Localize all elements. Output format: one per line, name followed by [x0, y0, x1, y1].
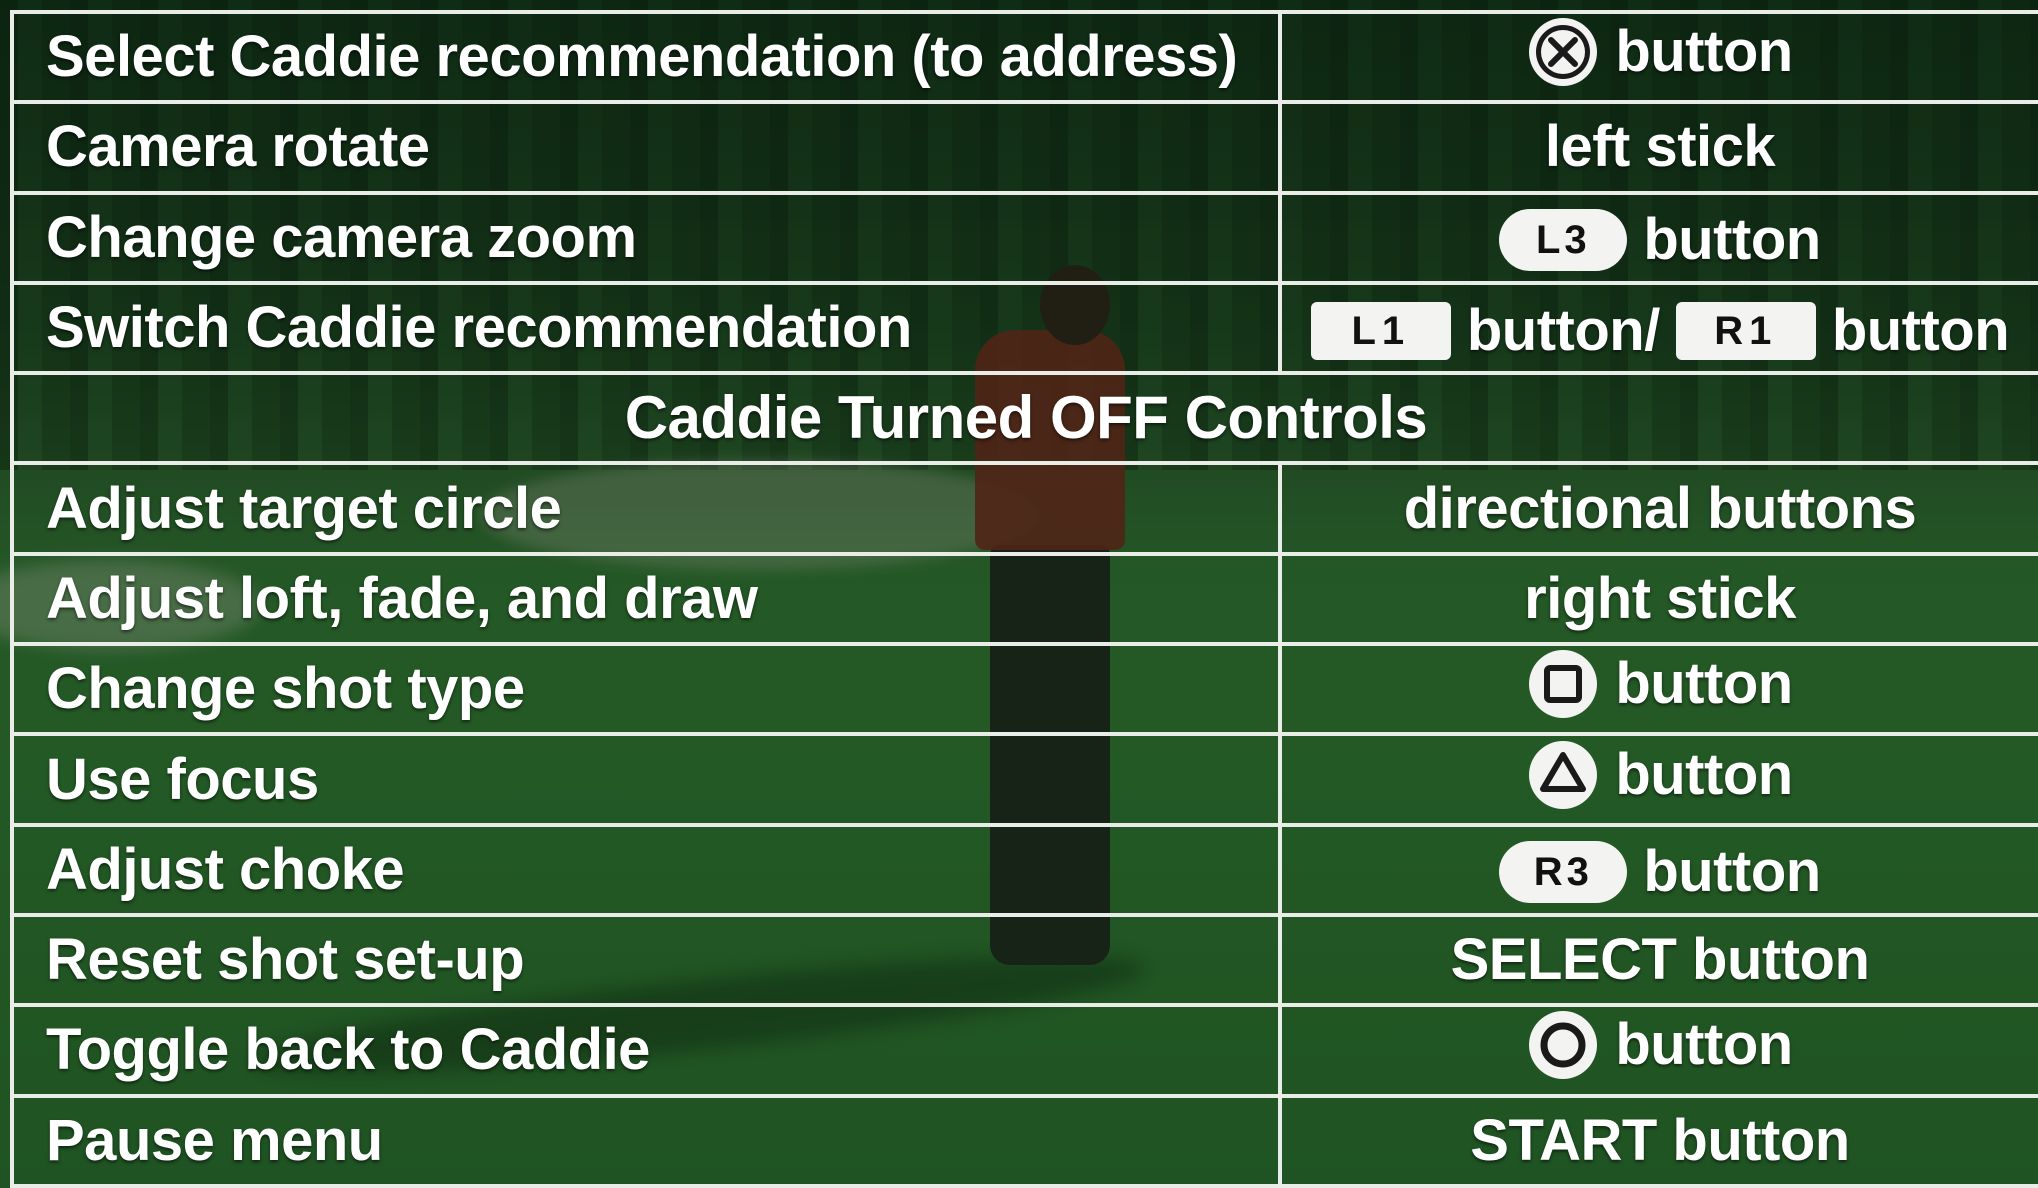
input-label: directional buttons — [1278, 461, 2038, 556]
table-row: Switch Caddie recommendation L1 button/ … — [10, 280, 2038, 376]
action-label: Toggle back to Caddie — [10, 1003, 1282, 1098]
l1-button-icon: L1 — [1310, 302, 1451, 361]
table-row: Pause menu START button — [10, 1093, 2038, 1188]
controls-screen: Select Caddie recommendation (to address… — [0, 0, 2038, 1188]
circle-button-icon — [1529, 1011, 1598, 1080]
table-row: Adjust choke R3 button — [10, 822, 2038, 917]
action-label: Adjust choke — [10, 822, 1282, 917]
action-label: Pause menu — [10, 1093, 1282, 1188]
input-cell: button — [1278, 1003, 2038, 1098]
action-label: Adjust target circle — [10, 461, 1282, 556]
action-label: Switch Caddie recommendation — [10, 280, 1282, 376]
action-label: Use focus — [10, 732, 1282, 827]
input-label: button — [1615, 741, 1793, 807]
input-cell: button — [1278, 642, 2038, 737]
action-label: Change shot type — [10, 642, 1282, 737]
table-row: Reset shot set-up SELECT button — [10, 912, 2038, 1008]
square-button-icon — [1529, 650, 1598, 719]
input-label: SELECT button — [1278, 912, 2038, 1008]
table-row: Change shot type button — [10, 642, 2038, 737]
cross-button-icon — [1529, 18, 1598, 87]
table-row: Use focus button — [10, 732, 2038, 827]
input-label: left stick — [1278, 100, 2038, 195]
input-cell: button — [1278, 9, 2038, 105]
table-row: Select Caddie recommendation (to address… — [10, 9, 2038, 105]
input-label: right stick — [1278, 551, 2038, 647]
action-label: Adjust loft, fade, and draw — [10, 551, 1282, 647]
table-row: Change camera zoom L3 button — [10, 190, 2038, 285]
input-label: button/ — [1466, 298, 1660, 364]
input-cell: L3 button — [1278, 190, 2038, 285]
input-cell: L1 button/ R1 button — [1278, 280, 2038, 376]
input-cell: R3 button — [1278, 822, 2038, 917]
r1-button-icon: R1 — [1675, 302, 1816, 361]
section-header: Caddie Turned OFF Controls — [10, 371, 2038, 466]
triangle-button-icon — [1529, 740, 1598, 809]
input-label: button — [1831, 298, 2010, 364]
input-label: START button — [1278, 1093, 2038, 1188]
input-label: button — [1615, 19, 1793, 85]
input-label: button — [1615, 651, 1793, 717]
controls-table: Select Caddie recommendation (to address… — [10, 9, 2038, 1188]
table-row: Toggle back to Caddie button — [10, 1003, 2038, 1098]
input-cell: button — [1278, 732, 2038, 827]
table-row: Camera rotate left stick — [10, 100, 2038, 195]
action-label: Change camera zoom — [10, 190, 1282, 285]
r3-button-icon: R3 — [1499, 840, 1628, 903]
action-label: Select Caddie recommendation (to address… — [10, 9, 1282, 105]
input-label: button — [1615, 1012, 1793, 1078]
action-label: Camera rotate — [10, 100, 1282, 195]
l3-button-icon: L3 — [1499, 208, 1628, 271]
section-header-row: Caddie Turned OFF Controls — [10, 371, 2038, 466]
table-row: Adjust loft, fade, and draw right stick — [10, 551, 2038, 647]
table-row: Adjust target circle directional buttons — [10, 461, 2038, 556]
input-label: button — [1643, 838, 1821, 904]
action-label: Reset shot set-up — [10, 912, 1282, 1008]
input-label: button — [1643, 206, 1821, 272]
